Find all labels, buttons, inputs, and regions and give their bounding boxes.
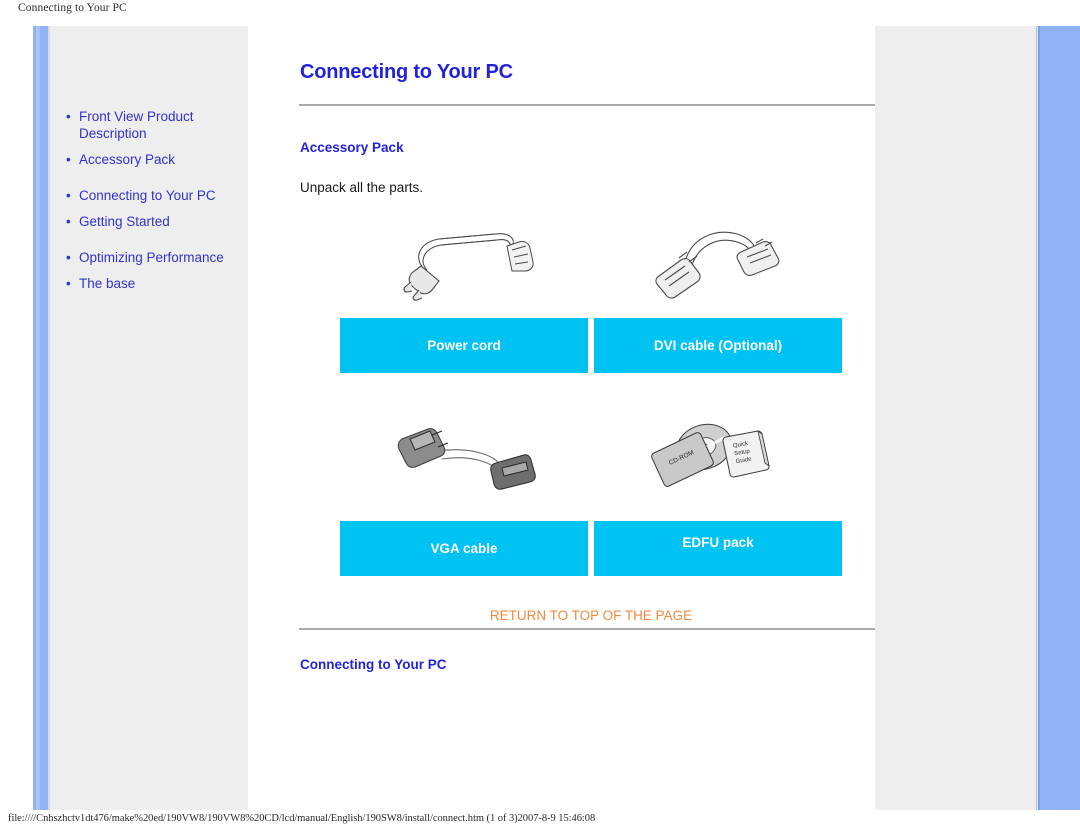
edfu-pack-icon: CD-ROM Quick Setup Guide — [642, 413, 792, 508]
accessory-image-cell: CD-ROM Quick Setup Guide — [591, 399, 842, 521]
bullet-icon: • — [66, 250, 71, 265]
sidebar-item-label: The base — [79, 276, 136, 291]
bullet-icon: • — [66, 152, 71, 167]
accessory-image-cell — [340, 196, 591, 318]
accessory-image-cell — [340, 399, 591, 521]
divider-bottom — [299, 628, 880, 630]
accessory-image-row — [340, 196, 842, 318]
sidebar-item-label: Connecting to Your PC — [79, 188, 216, 203]
bullet-icon: • — [66, 109, 71, 124]
power-cord-icon — [391, 210, 541, 305]
sidebar-item-the-base[interactable]: • The base — [66, 275, 246, 292]
sidebar-item-label: Front View Product Description — [79, 109, 194, 141]
bullet-icon: • — [66, 276, 71, 291]
sidebar-item-optimizing-performance[interactable]: • Optimizing Performance — [66, 249, 246, 266]
page-frame: • Front View Product Description • Acces… — [33, 26, 1080, 810]
intro-paragraph: Unpack all the parts. — [300, 179, 424, 195]
right-accent-bar — [1040, 26, 1080, 810]
accessory-label-power-cord: Power cord — [340, 318, 588, 373]
accessory-label-row: VGA cable EDFU pack — [340, 521, 842, 576]
section-heading-accessory-pack: Accessory Pack — [300, 140, 404, 156]
sidebar-item-label: Optimizing Performance — [79, 250, 224, 265]
sidebar-item-label: Accessory Pack — [79, 152, 176, 167]
vga-cable-icon — [386, 413, 546, 508]
accessory-label-vga-cable: VGA cable — [340, 521, 588, 576]
accessory-label-dvi-cable: DVI cable (Optional) — [594, 318, 842, 373]
sidebar-nav: • Front View Product Description • Acces… — [66, 108, 246, 301]
sidebar-item-label: Getting Started — [79, 214, 170, 229]
return-to-top-link[interactable]: RETURN TO TOP OF THE PAGE — [340, 608, 842, 623]
section-heading-connecting-to-your-pc: Connecting to Your PC — [300, 657, 447, 673]
table-spacer — [340, 373, 842, 399]
accessory-label-edfu-pack: EDFU pack — [594, 521, 842, 576]
print-footer: file:////Cnhszhctv1dt476/make%20ed/190VW… — [8, 813, 596, 824]
divider-top — [299, 104, 880, 106]
accessory-label-row: Power cord DVI cable (Optional) — [340, 318, 842, 373]
sidebar-item-connecting-to-your-pc[interactable]: • Connecting to Your PC — [66, 187, 246, 204]
sidebar-item-accessory-pack[interactable]: • Accessory Pack — [66, 151, 246, 168]
bullet-icon: • — [66, 214, 71, 229]
page-title: Connecting to Your PC — [300, 61, 513, 84]
sidebar-item-front-view-product-description[interactable]: • Front View Product Description — [66, 108, 246, 142]
accessory-image-row: CD-ROM Quick Setup Guide — [340, 399, 842, 521]
left-accent-highlight — [36, 26, 40, 810]
sidebar-item-getting-started[interactable]: • Getting Started — [66, 213, 246, 230]
print-header: Connecting to Your PC — [18, 2, 127, 14]
bullet-icon: • — [66, 188, 71, 203]
right-panel — [875, 26, 1038, 810]
accessory-image-cell — [591, 196, 842, 318]
accessory-table: Power cord DVI cable (Optional) CD-ROM Q… — [340, 196, 842, 623]
dvi-cable-icon — [637, 210, 797, 305]
main-content-panel: Connecting to Your PC Accessory Pack Unp… — [248, 26, 880, 810]
